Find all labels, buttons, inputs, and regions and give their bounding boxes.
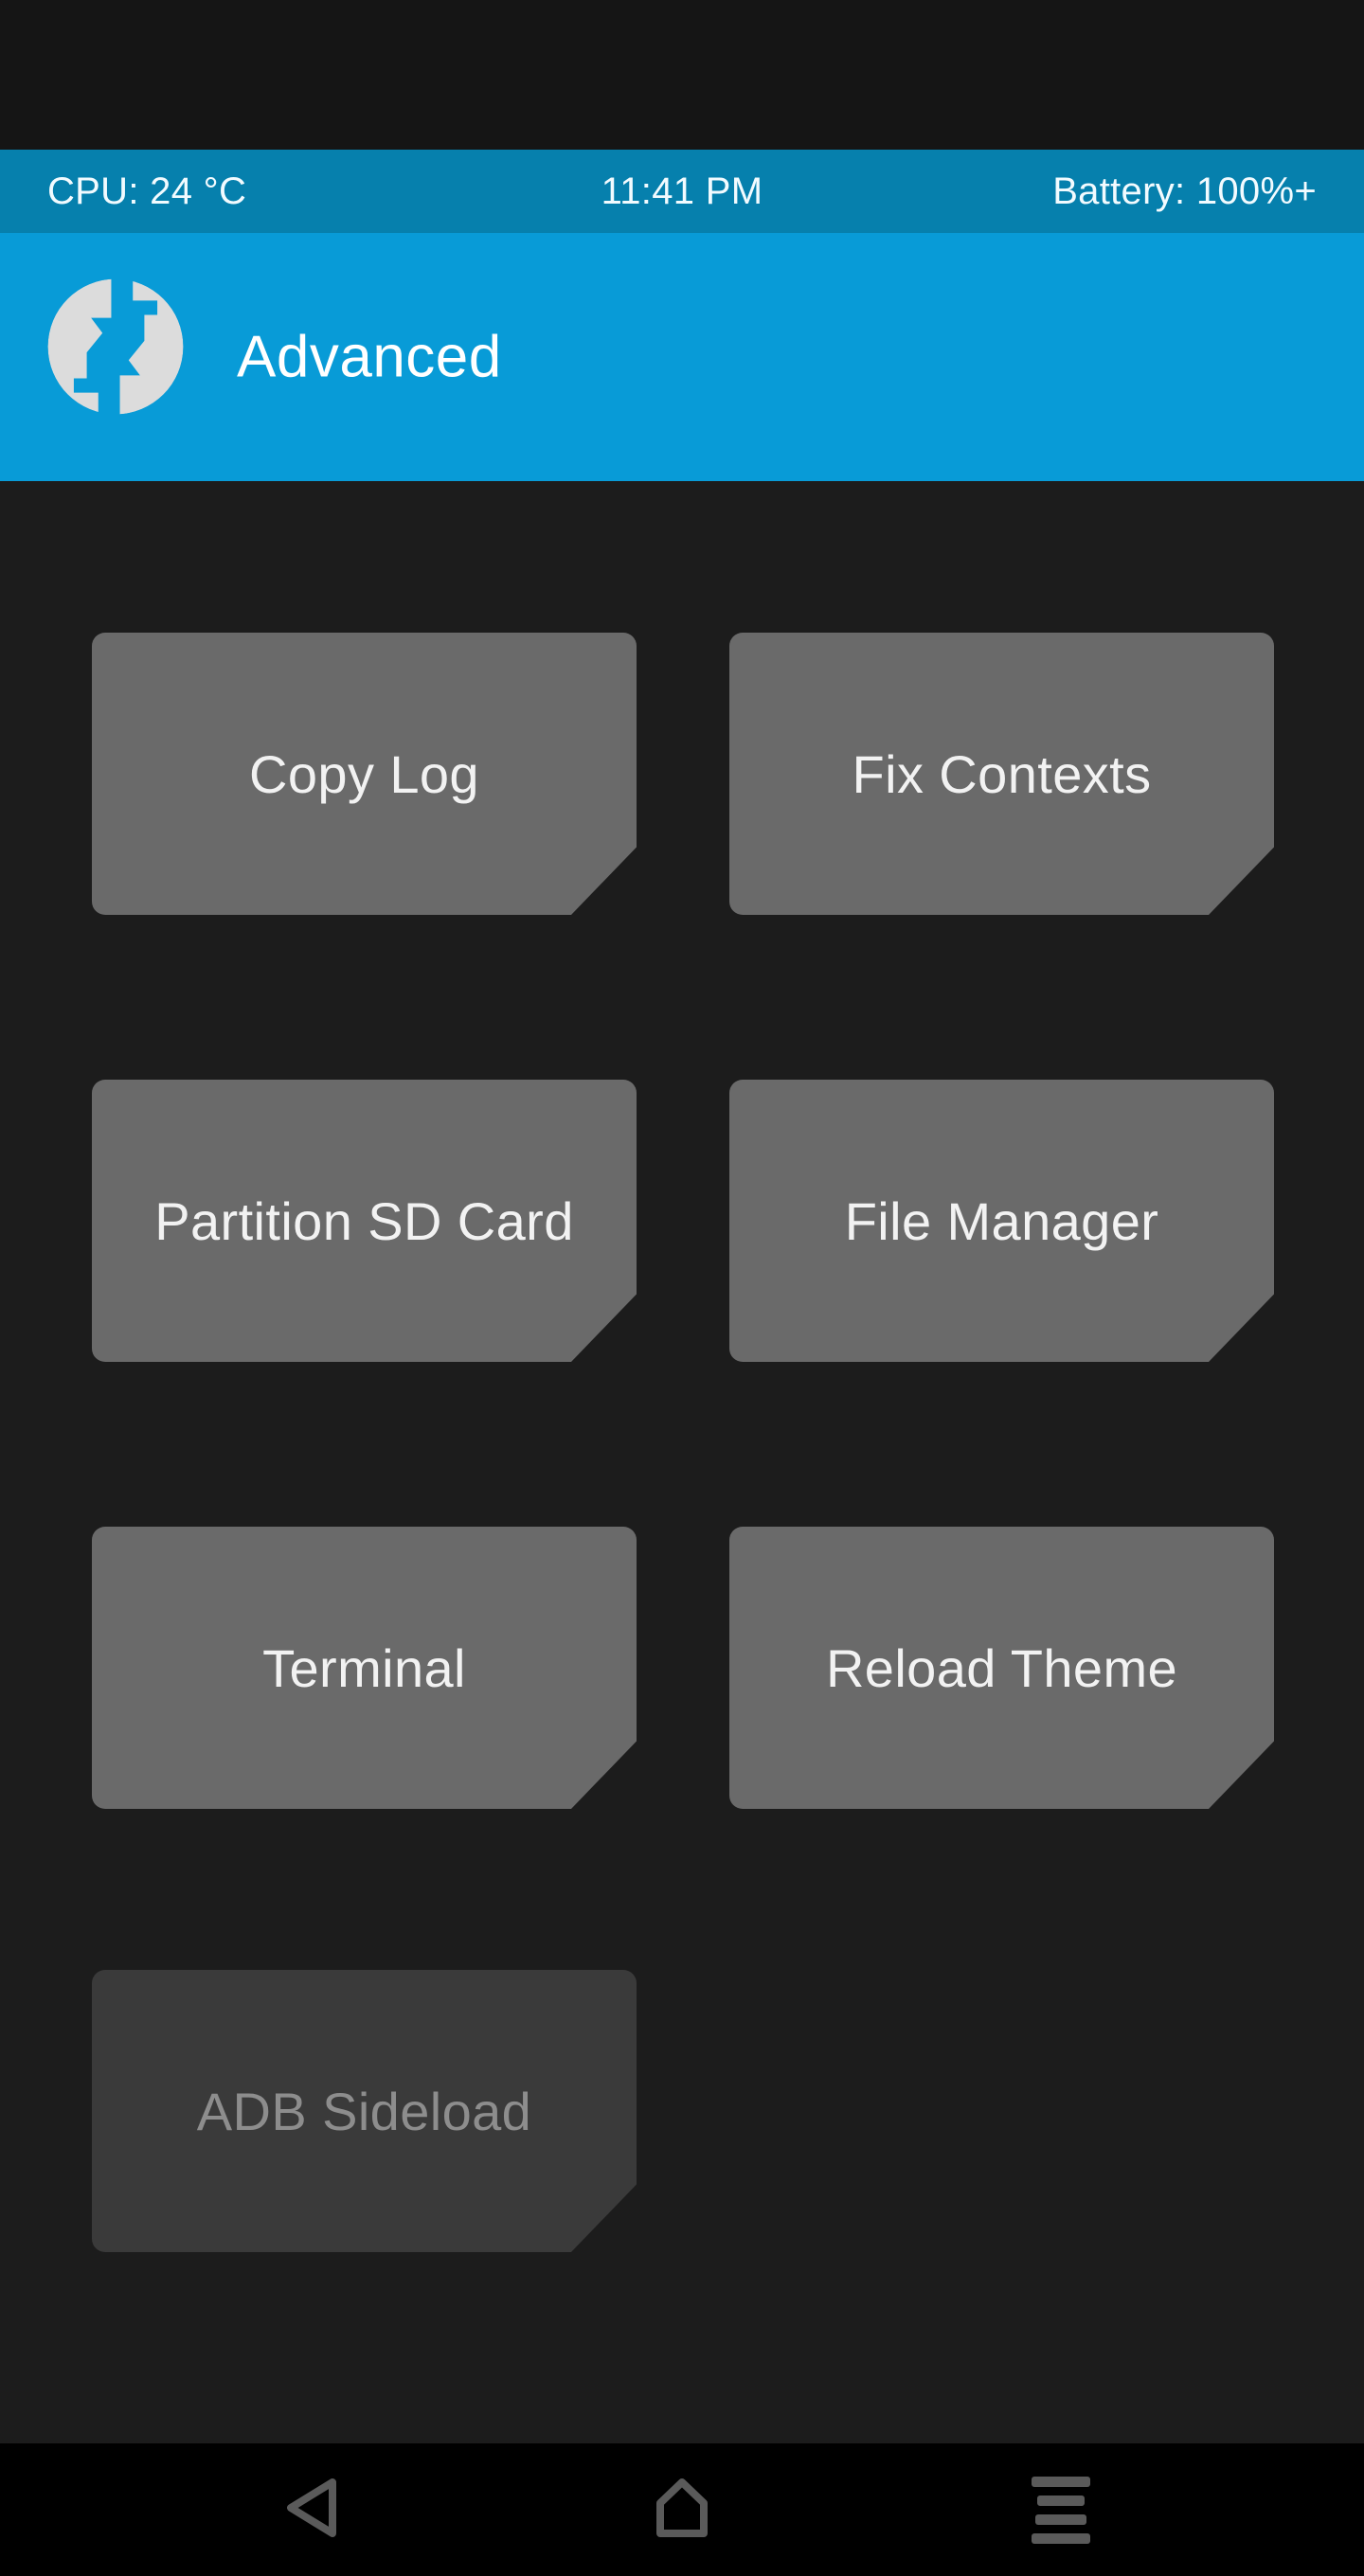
twrp-logo-icon (44, 275, 188, 419)
file-manager-button[interactable]: File Manager (729, 1080, 1274, 1362)
button-label: Copy Log (249, 743, 479, 804)
menu-icon (1032, 2476, 1090, 2544)
navigation-bar (0, 2443, 1364, 2576)
terminal-button[interactable]: Terminal (92, 1527, 637, 1809)
copy-log-button[interactable]: Copy Log (92, 633, 637, 915)
partition-sd-card-button[interactable]: Partition SD Card (92, 1080, 637, 1362)
button-label: Terminal (262, 1637, 466, 1698)
nav-menu-button[interactable] (966, 2443, 1156, 2576)
button-label: File Manager (844, 1190, 1159, 1251)
button-label: ADB Sideload (196, 2081, 532, 2141)
back-triangle-icon (278, 2471, 348, 2549)
home-icon (647, 2471, 717, 2549)
button-grid: Copy Log Fix Contexts Partition SD Card … (0, 481, 1364, 2443)
button-label: Reload Theme (825, 1637, 1178, 1698)
button-label: Fix Contexts (852, 743, 1152, 804)
twrp-advanced-screen: CPU: 24 °C 11:41 PM Battery: 100%+ Advan (0, 0, 1364, 2576)
fix-contexts-button[interactable]: Fix Contexts (729, 633, 1274, 915)
top-black-area (0, 0, 1364, 150)
reload-theme-button[interactable]: Reload Theme (729, 1527, 1274, 1809)
nav-home-button[interactable] (587, 2443, 777, 2576)
battery-status-text: Battery: 100%+ (1052, 170, 1317, 212)
button-label: Partition SD Card (154, 1190, 574, 1251)
adb-sideload-button: ADB Sideload (92, 1970, 637, 2252)
status-bar: CPU: 24 °C 11:41 PM Battery: 100%+ (0, 150, 1364, 233)
page-header: Advanced (0, 233, 1364, 481)
nav-back-button[interactable] (218, 2443, 407, 2576)
page-title: Advanced (237, 324, 502, 390)
